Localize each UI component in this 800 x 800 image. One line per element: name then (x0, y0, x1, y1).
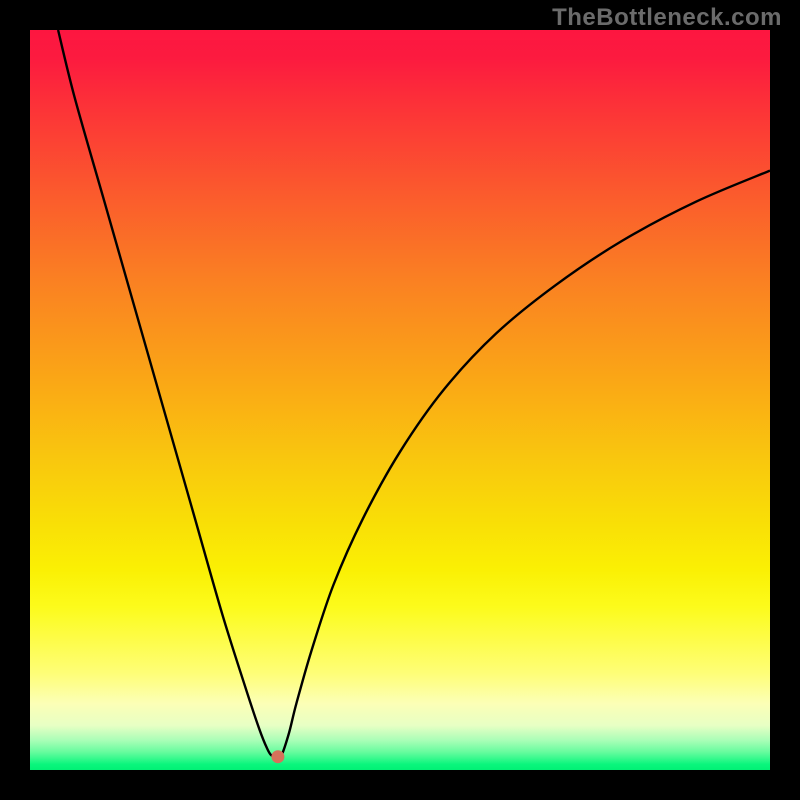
watermark-text: TheBottleneck.com (552, 4, 782, 32)
bottleneck-curve (58, 30, 770, 757)
curve-svg (30, 30, 770, 770)
min-point-marker (272, 751, 284, 763)
plot-area (30, 30, 770, 770)
chart-frame: TheBottleneck.com (0, 0, 800, 800)
